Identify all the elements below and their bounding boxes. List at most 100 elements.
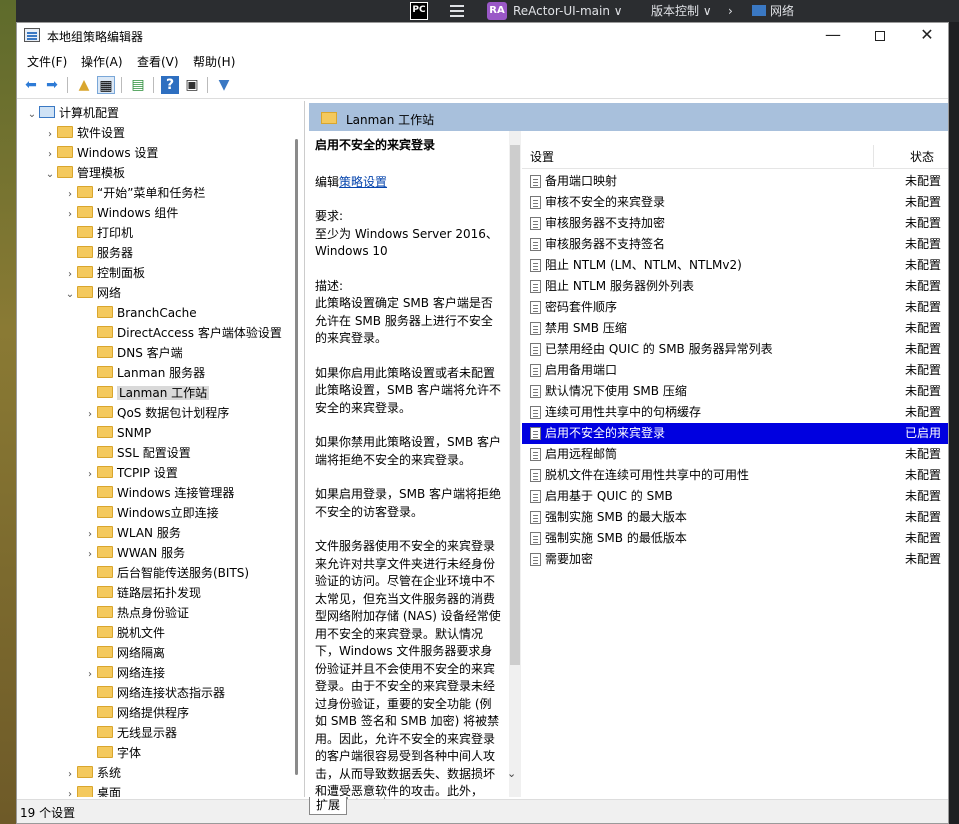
minimize-button[interactable]: — [810,23,856,49]
tree-item[interactable]: › 系统 [63,763,121,783]
up-folder-icon[interactable]: ▲ [75,76,93,94]
description-scrollbar[interactable] [509,131,521,797]
scroll-down-icon[interactable]: ⌄ [507,767,516,780]
maximize-button[interactable] [857,23,903,49]
setting-row[interactable]: 审核服务器不支持签名 未配置 [522,234,948,255]
chevron-down-icon[interactable]: ⌄ [43,165,57,185]
tree-item[interactable]: ⌄ 管理模板 [43,163,125,183]
tab-extended[interactable]: 扩展 [309,797,348,815]
back-arrow-icon[interactable]: ⬅ [22,76,40,94]
chevron-right-icon[interactable]: › [83,545,97,565]
forward-arrow-icon[interactable]: ➡ [43,76,61,94]
tree-item[interactable]: Lanman 工作站 [83,383,210,403]
tree-item[interactable]: 网络隔离 [83,643,165,663]
tree-item[interactable]: › 网络连接 [83,663,165,683]
setting-row[interactable]: 启用基于 QUIC 的 SMB 未配置 [522,486,948,507]
chevron-right-icon[interactable]: › [63,785,77,797]
setting-row[interactable]: 阻止 NTLM (LM、NTLM、NTLMv2) 未配置 [522,255,948,276]
chevron-right-icon[interactable]: › [63,265,77,285]
tree-item[interactable]: 热点身份验证 [83,603,189,623]
tree-item[interactable]: 服务器 [63,243,133,263]
tree-item[interactable]: › 控制面板 [63,263,145,283]
chevron-right-icon[interactable]: › [83,525,97,545]
chevron-right-icon[interactable]: › [63,205,77,225]
setting-row[interactable]: 脱机文件在连续可用性共享中的可用性 未配置 [522,465,948,486]
setting-row[interactable]: 阻止 NTLM 服务器例外列表 未配置 [522,276,948,297]
tree-item[interactable]: SNMP [83,423,151,443]
menu-action[interactable]: 操作(A) [81,53,123,70]
tree-scrollbar-thumb[interactable] [295,139,298,775]
filter-icon[interactable]: ▼ [215,76,233,94]
tree-item[interactable]: DirectAccess 客户端体验设置 [83,323,282,343]
chevron-right-icon[interactable]: › [83,465,97,485]
chevron-right-icon[interactable]: › [63,765,77,785]
setting-row[interactable]: 备用端口映射 未配置 [522,171,948,192]
close-button[interactable]: ✕ [904,23,950,49]
setting-row[interactable]: 已禁用经由 QUIC 的 SMB 服务器异常列表 未配置 [522,339,948,360]
tree-item[interactable]: ⌄ 网络 [63,283,121,303]
help-icon[interactable]: ? [161,76,179,94]
tree-item[interactable]: 网络提供程序 [83,703,189,723]
tree-item[interactable]: › Windows 组件 [63,203,178,223]
chevron-right-icon[interactable]: › [43,125,57,145]
tree-item[interactable]: 无线显示器 [83,723,177,743]
chevron-right-icon[interactable]: › [83,405,97,425]
tree-item[interactable]: › TCPIP 设置 [83,463,178,483]
properties-icon[interactable]: ▣ [183,76,201,94]
tree-item[interactable]: 后台智能传送服务(BITS) [83,563,249,583]
setting-row[interactable]: 审核服务器不支持加密 未配置 [522,213,948,234]
ide-logo-icon[interactable]: PC [410,2,428,20]
chevron-down-icon[interactable]: ⌄ [25,105,39,125]
setting-row[interactable]: 密码套件顺序 未配置 [522,297,948,318]
tree-item[interactable]: Windows立即连接 [83,503,219,523]
setting-row[interactable]: 强制实施 SMB 的最低版本 未配置 [522,528,948,549]
vcs-menu[interactable]: 版本控制 ∨ [651,2,712,20]
tree-item[interactable]: 打印机 [63,223,133,243]
setting-row[interactable]: 审核不安全的来宾登录 未配置 [522,192,948,213]
menu-view[interactable]: 查看(V) [137,53,179,70]
tree-item[interactable]: BranchCache [83,303,197,323]
tree-item[interactable]: Windows 连接管理器 [83,483,234,503]
tree-item[interactable]: › 桌面 [63,783,121,797]
setting-row[interactable]: 启用远程邮筒 未配置 [522,444,948,465]
setting-row[interactable]: 启用备用端口 未配置 [522,360,948,381]
tree-item[interactable]: › “开始”菜单和任务栏 [63,183,205,203]
menu-help[interactable]: 帮助(H) [193,53,235,70]
setting-row[interactable]: 需要加密 未配置 [522,549,948,570]
tree-pane[interactable]: ⌄ 计算机配置 › 软件设置 › Windows 设置 ⌄ 管理模板 › “开始”菜单和任务栏 › W… [17,101,305,797]
tree-item[interactable]: › WWAN 服务 [83,543,185,563]
chevron-down-icon[interactable]: ⌄ [63,285,77,305]
tree-item[interactable]: 脱机文件 [83,623,165,643]
setting-row[interactable]: 禁用 SMB 压缩 未配置 [522,318,948,339]
tree-scrollbar[interactable] [293,101,303,797]
tree-item[interactable]: › 软件设置 [43,123,125,143]
tree-item[interactable]: 网络连接状态指示器 [83,683,225,703]
chevron-right-icon[interactable]: › [83,665,97,685]
project-selector[interactable]: ReActor-UI-main ∨ [513,2,623,20]
menu-file[interactable]: 文件(F) [27,53,67,70]
column-header-setting[interactable]: 设置 [530,148,554,165]
chevron-right-icon[interactable]: › [43,145,57,165]
project-badge[interactable]: RA [487,2,507,20]
setting-row[interactable]: 强制实施 SMB 的最大版本 未配置 [522,507,948,528]
setting-row[interactable]: 默认情况下使用 SMB 压缩 未配置 [522,381,948,402]
tree-item[interactable]: 字体 [83,743,141,763]
tree-item[interactable]: › QoS 数据包计划程序 [83,403,229,423]
chevron-right-icon[interactable]: › [63,185,77,205]
show-tree-icon[interactable]: ▦ [97,76,115,94]
network-tab[interactable]: 网络 [752,2,794,20]
hamburger-menu-icon[interactable] [448,2,466,20]
tree-item[interactable]: ⌄ 计算机配置 [25,103,119,123]
tree-item[interactable]: 链路层拓扑发现 [83,583,201,603]
edit-policy-link[interactable]: 策略设置 [339,175,387,189]
tree-item[interactable]: › WLAN 服务 [83,523,181,543]
tree-item[interactable]: Lanman 服务器 [83,363,205,383]
setting-row[interactable]: 连续可用性共享中的句柄缓存 未配置 [522,402,948,423]
tree-item[interactable]: DNS 客户端 [83,343,183,363]
tree-item[interactable]: › Windows 设置 [43,143,158,163]
column-header-state[interactable]: 状态 [910,148,934,165]
column-divider[interactable] [873,145,874,167]
title-bar[interactable]: 本地组策略编辑器 — ✕ [17,23,948,49]
tree-item[interactable]: SSL 配置设置 [83,443,191,463]
export-list-icon[interactable]: ▤ [129,76,147,94]
